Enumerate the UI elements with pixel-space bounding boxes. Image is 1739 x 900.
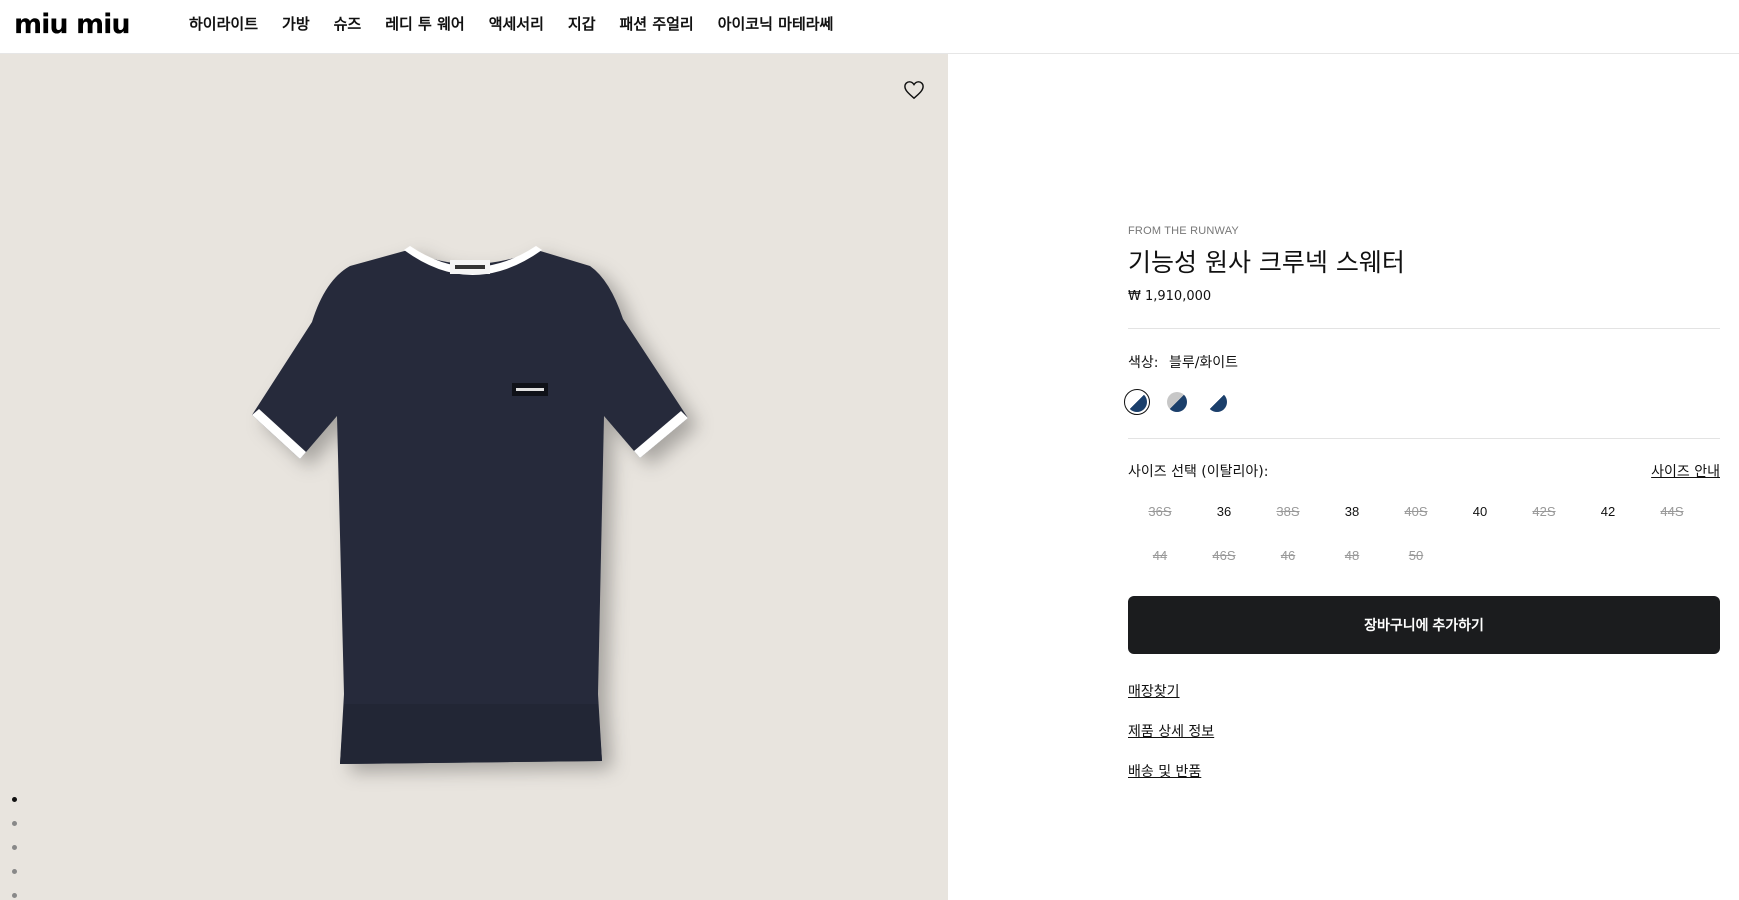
color-label: 색상: 블루/화이트 [1128, 353, 1238, 373]
size-option-46[interactable]: 46 [1256, 542, 1320, 586]
nav-item-highlights[interactable]: 하이라이트 [189, 14, 258, 34]
size-option-42[interactable]: 42 [1576, 498, 1640, 542]
size-option-36[interactable]: 36 [1192, 498, 1256, 542]
gallery-dot[interactable] [12, 797, 17, 802]
product-eyebrow: FROM THE RUNWAY [1128, 225, 1239, 237]
add-to-cart-button[interactable]: 장바구니에 추가하기 [1128, 596, 1720, 654]
divider [1128, 438, 1720, 439]
nav-item-wallets[interactable]: 지갑 [568, 14, 596, 34]
gallery-dot[interactable] [12, 869, 17, 874]
nav-item-bags[interactable]: 가방 [282, 14, 310, 34]
site-header: miu miu 하이라이트 가방 슈즈 레디 투 웨어 액세서리 지갑 패션 주… [0, 0, 1739, 54]
size-option-38s[interactable]: 38S [1256, 498, 1320, 542]
gallery-pagination [12, 797, 17, 900]
gallery-dot[interactable] [12, 821, 17, 826]
product-image-panel [0, 54, 948, 900]
size-option-50[interactable]: 50 [1384, 542, 1448, 586]
color-swatch-navy-white[interactable] [1124, 389, 1150, 415]
size-label: 사이즈 선택 (이탈리아): [1128, 464, 1269, 480]
product-image [252, 246, 688, 764]
nav-item-accessories[interactable]: 액세서리 [489, 14, 544, 34]
color-swatch-navy-white-alt[interactable] [1204, 389, 1230, 415]
main-nav: 하이라이트 가방 슈즈 레디 투 웨어 액세서리 지갑 패션 주얼리 아이코닉 … [189, 14, 857, 34]
product-links: 매장찾기 제품 상세 정보 배송 및 반품 [1128, 682, 1214, 802]
size-option-48[interactable]: 48 [1320, 542, 1384, 586]
size-option-36s[interactable]: 36S [1128, 498, 1192, 542]
gallery-dot[interactable] [12, 845, 17, 850]
nav-item-iconic-matelasse[interactable]: 아이코닉 마테라쎄 [718, 14, 834, 34]
product-price: ₩ 1,910,000 [1128, 289, 1212, 304]
color-value: 블루/화이트 [1168, 355, 1239, 371]
divider [1128, 328, 1720, 329]
nav-item-ready-to-wear[interactable]: 레디 투 웨어 [385, 14, 464, 34]
product-details-link[interactable]: 제품 상세 정보 [1128, 722, 1214, 742]
size-option-42s[interactable]: 42S [1512, 498, 1576, 542]
wishlist-heart-icon[interactable] [903, 80, 925, 100]
color-label-text: 색상: [1128, 355, 1159, 371]
color-swatch-navy-grey[interactable] [1164, 389, 1190, 415]
brand-logo[interactable]: miu miu [14, 11, 131, 38]
store-locator-link[interactable]: 매장찾기 [1128, 682, 1214, 702]
nav-item-jewelry[interactable]: 패션 주얼리 [620, 14, 694, 34]
size-options: 36S 36 38S 38 40S 40 42S 42 44S 44 46S 4… [1128, 498, 1728, 586]
size-option-40s[interactable]: 40S [1384, 498, 1448, 542]
size-option-40[interactable]: 40 [1448, 498, 1512, 542]
color-swatches [1124, 389, 1230, 415]
nav-item-shoes[interactable]: 슈즈 [334, 14, 362, 34]
size-option-38[interactable]: 38 [1320, 498, 1384, 542]
shipping-returns-link[interactable]: 배송 및 반품 [1128, 762, 1214, 782]
product-title: 기능성 원사 크루넥 스웨터 [1128, 248, 1405, 277]
product-info: FROM THE RUNWAY 기능성 원사 크루넥 스웨터 ₩ 1,910,0… [1128, 224, 1720, 306]
size-option-46s[interactable]: 46S [1192, 542, 1256, 586]
size-option-44s[interactable]: 44S [1640, 498, 1704, 542]
gallery-dot[interactable] [12, 893, 17, 898]
size-guide-link[interactable]: 사이즈 안내 [1651, 462, 1720, 482]
size-option-44[interactable]: 44 [1128, 542, 1192, 586]
